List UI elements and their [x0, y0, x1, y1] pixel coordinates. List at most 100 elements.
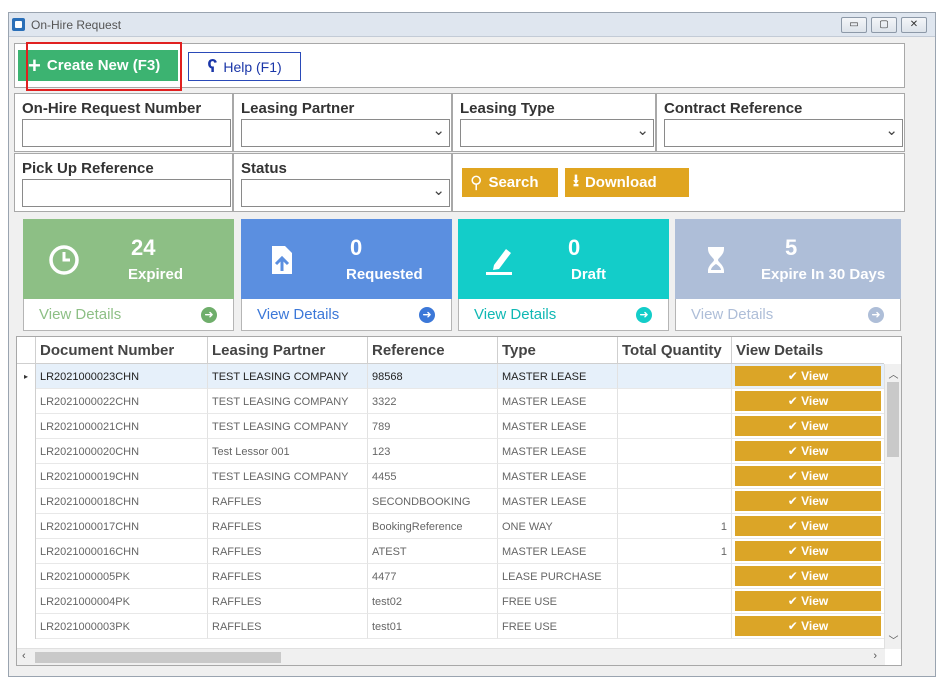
view-button[interactable]: ✔ View — [735, 616, 881, 636]
horizontal-scrollbar[interactable]: ‹ › — [17, 648, 885, 665]
column-header-document-number[interactable]: Document Number — [36, 337, 208, 364]
filter-on-hire-request-number: On-Hire Request Number — [14, 93, 233, 152]
scroll-down-icon[interactable]: ﹀ — [885, 632, 901, 647]
cell-total-quantity — [618, 614, 732, 639]
table-row[interactable]: LR2021000003PK RAFFLES test01 FREE USE ✔ Vie… — [36, 614, 892, 639]
cell-type: LEASE PURCHASE — [498, 564, 618, 589]
view-button[interactable]: ✔ View — [735, 591, 881, 611]
view-label: View — [801, 619, 829, 633]
cell-total-quantity — [618, 464, 732, 489]
cell-type: MASTER LEASE — [498, 414, 618, 439]
table-row[interactable]: LR2021000023CHN TEST LEASING COMPANY 98568… — [36, 364, 892, 389]
requested-card[interactable]: 0 Requested View Details ➜ — [241, 219, 452, 331]
view-button[interactable]: ✔ View — [735, 441, 881, 461]
cell-leasing-partner: RAFFLES — [208, 589, 368, 614]
expire-in-30-days-view-details[interactable]: View Details ➜ — [675, 299, 901, 331]
draft-view-details[interactable]: View Details ➜ — [458, 299, 669, 331]
vertical-scrollbar[interactable]: ︿ ﹀ — [884, 364, 901, 649]
minimize-button[interactable]: ▭ — [841, 17, 867, 33]
maximize-button[interactable]: ▢ — [871, 17, 897, 33]
cell-leasing-partner: TEST LEASING COMPANY — [208, 364, 368, 389]
leasing-type-label: Leasing Type — [460, 100, 555, 117]
help-button[interactable]: ʕ Help (F1) — [188, 52, 301, 81]
horizontal-scroll-thumb[interactable] — [35, 652, 281, 663]
expire-in-30-days-view-details-label: View Details — [691, 306, 774, 323]
draft-card-header: 0 Draft — [458, 219, 669, 299]
expire-in-30-days-card[interactable]: 5 Expire In 30 Days View Details ➜ — [675, 219, 901, 331]
view-button[interactable]: ✔ View — [735, 391, 881, 411]
column-header-total-quantity[interactable]: Total Quantity — [618, 337, 732, 364]
table-row[interactable]: LR2021000016CHN RAFFLES ATEST MASTER LEASE 1… — [36, 539, 892, 564]
requested-view-details-label: View Details — [257, 306, 340, 323]
leasing-type-select[interactable] — [460, 119, 654, 147]
filter-leasing-partner: Leasing Partner — [233, 93, 452, 152]
on-hire-request-number-input[interactable] — [22, 119, 231, 147]
cell-view-details: ✔ View — [732, 364, 884, 389]
cell-view-details: ✔ View — [732, 539, 884, 564]
row-selector[interactable]: ▸ — [17, 364, 36, 389]
row-selector[interactable] — [17, 489, 36, 514]
table-row[interactable]: LR2021000004PK RAFFLES test02 FREE USE ✔ Vie… — [36, 589, 892, 614]
cell-view-details: ✔ View — [732, 564, 884, 589]
row-selector[interactable] — [17, 539, 36, 564]
row-selector[interactable] — [17, 464, 36, 489]
cell-type: MASTER LEASE — [498, 439, 618, 464]
cell-leasing-partner: RAFFLES — [208, 539, 368, 564]
close-button[interactable]: ✕ — [901, 17, 927, 33]
view-button[interactable]: ✔ View — [735, 366, 881, 386]
row-selector[interactable] — [17, 589, 36, 614]
expired-card[interactable]: 24 Expired View Details ➜ — [23, 219, 234, 331]
scroll-right-icon[interactable]: › — [873, 650, 877, 662]
table-row[interactable]: LR2021000017CHN RAFFLES BookingReference ON… — [36, 514, 892, 539]
vertical-scroll-thumb[interactable] — [887, 382, 899, 457]
arrow-right-icon: ➜ — [868, 307, 884, 323]
table-row[interactable]: LR2021000020CHN Test Lessor 001 123 MASTER … — [36, 439, 892, 464]
column-header-reference[interactable]: Reference — [368, 337, 498, 364]
row-selector[interactable] — [17, 564, 36, 589]
table-row[interactable]: LR2021000005PK RAFFLES 4477 LEASE PURCHASE ✔… — [36, 564, 892, 589]
view-label: View — [801, 394, 829, 408]
scroll-up-icon[interactable]: ︿ — [885, 366, 901, 381]
table-row[interactable]: LR2021000018CHN RAFFLES SECONDBOOKING MASTE… — [36, 489, 892, 514]
download-button[interactable]: ⭳ Download — [565, 168, 689, 197]
pick-up-reference-input[interactable] — [22, 179, 231, 207]
cell-reference: 3322 — [368, 389, 498, 414]
view-button[interactable]: ✔ View — [735, 416, 881, 436]
search-button[interactable]: ⚲ Search — [462, 168, 558, 197]
cell-leasing-partner: RAFFLES — [208, 514, 368, 539]
cell-reference: 4455 — [368, 464, 498, 489]
table-row[interactable]: LR2021000019CHN TEST LEASING COMPANY 4455 M… — [36, 464, 892, 489]
requested-view-details[interactable]: View Details ➜ — [241, 299, 452, 331]
leasing-partner-select[interactable] — [241, 119, 450, 147]
row-selector[interactable] — [17, 389, 36, 414]
column-header-type[interactable]: Type — [498, 337, 618, 364]
view-button[interactable]: ✔ View — [735, 516, 881, 536]
cell-document-number: LR2021000016CHN — [36, 539, 208, 564]
row-selector[interactable] — [17, 514, 36, 539]
contract-reference-select[interactable] — [664, 119, 903, 147]
row-selector[interactable] — [17, 614, 36, 639]
column-header-view-details[interactable]: View Details — [732, 337, 884, 364]
create-new-button[interactable]: + Create New (F3) — [18, 50, 178, 81]
table-row[interactable]: LR2021000022CHN TEST LEASING COMPANY 3322 M… — [36, 389, 892, 414]
view-button[interactable]: ✔ View — [735, 491, 881, 511]
status-select[interactable] — [241, 179, 450, 207]
expired-view-details[interactable]: View Details ➜ — [23, 299, 234, 331]
table-row[interactable]: LR2021000021CHN TEST LEASING COMPANY 789 MA… — [36, 414, 892, 439]
view-button[interactable]: ✔ View — [735, 566, 881, 586]
help-icon: ʕ — [207, 56, 218, 76]
view-button[interactable]: ✔ View — [735, 466, 881, 486]
cell-leasing-partner: RAFFLES — [208, 564, 368, 589]
cell-total-quantity — [618, 414, 732, 439]
column-header-leasing-partner[interactable]: Leasing Partner — [208, 337, 368, 364]
scroll-left-icon[interactable]: ‹ — [22, 650, 26, 662]
cell-leasing-partner: TEST LEASING COMPANY — [208, 414, 368, 439]
row-selector[interactable] — [17, 439, 36, 464]
row-selector[interactable] — [17, 414, 36, 439]
view-button[interactable]: ✔ View — [735, 541, 881, 561]
cell-view-details: ✔ View — [732, 464, 884, 489]
create-new-label: Create New (F3) — [46, 57, 161, 74]
draft-card[interactable]: 0 Draft View Details ➜ — [458, 219, 669, 331]
cell-leasing-partner: TEST LEASING COMPANY — [208, 464, 368, 489]
cell-view-details: ✔ View — [732, 414, 884, 439]
